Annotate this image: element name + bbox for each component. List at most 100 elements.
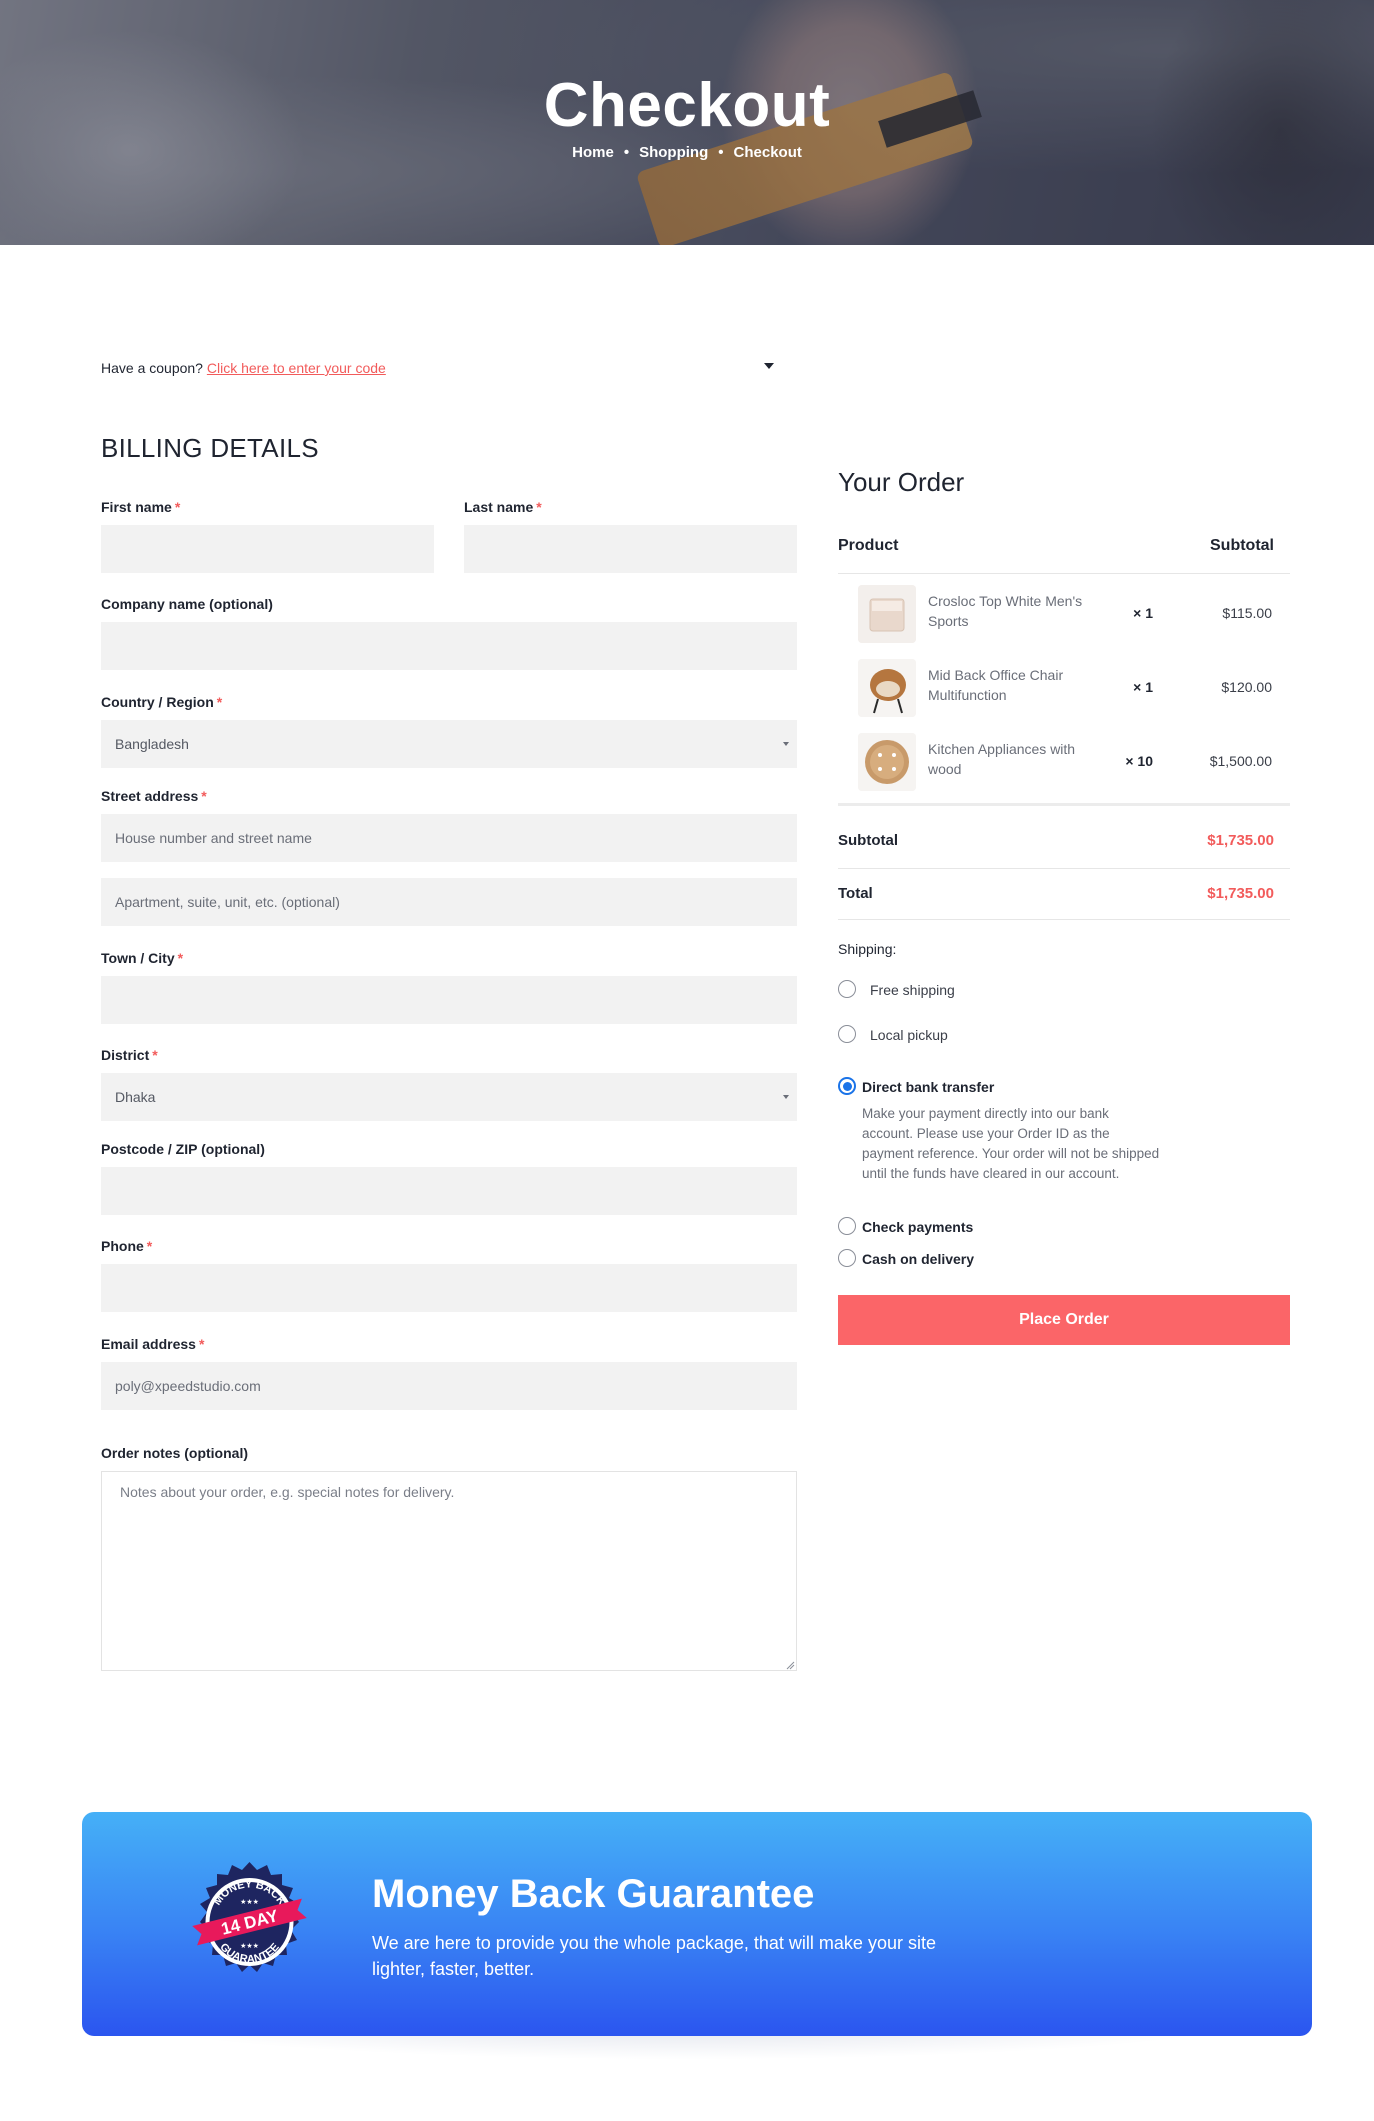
- breadcrumb-checkout: Checkout: [733, 144, 802, 161]
- resize-grip-icon[interactable]: [785, 1660, 795, 1670]
- cash-on-delivery-radio[interactable]: [838, 1249, 856, 1267]
- street-label-text: Street address: [101, 788, 199, 804]
- place-order-button[interactable]: Place Order: [838, 1295, 1290, 1345]
- phone-input[interactable]: [101, 1264, 797, 1312]
- breadcrumb-shopping[interactable]: Shopping: [639, 144, 708, 161]
- money-back-badge-icon: MONEY BACK GUARANTEE 14 DAY ★★★ ★★★: [192, 1862, 307, 1972]
- required-mark: *: [152, 1047, 158, 1063]
- breadcrumb-separator: •: [623, 144, 630, 161]
- breadcrumb-home[interactable]: Home: [572, 144, 614, 161]
- country-label-text: Country / Region: [101, 694, 214, 710]
- local-pickup-radio[interactable]: [838, 1025, 856, 1043]
- cash-on-delivery-label[interactable]: Cash on delivery: [862, 1251, 974, 1267]
- local-pickup-label[interactable]: Local pickup: [870, 1027, 948, 1043]
- order-notes-textarea[interactable]: [101, 1471, 797, 1671]
- billing-title: BILLING DETAILS: [101, 433, 319, 463]
- check-payments-radio[interactable]: [838, 1217, 856, 1235]
- coupon-link[interactable]: Click here to enter your code: [207, 360, 386, 376]
- item-name[interactable]: Kitchen Appliances with wood: [928, 739, 1103, 779]
- select-arrow-icon: [783, 742, 789, 746]
- email-input[interactable]: [101, 1362, 797, 1410]
- total-row: Total $1,735.00: [838, 885, 1274, 902]
- district-select-value: Dhaka: [115, 1089, 156, 1105]
- required-mark: *: [536, 499, 542, 515]
- order-item: Kitchen Appliances with wood × 10 $1,500…: [838, 729, 1290, 799]
- caret-down-icon[interactable]: [764, 363, 774, 369]
- district-select[interactable]: Dhaka: [101, 1073, 797, 1121]
- last-name-label-text: Last name: [464, 499, 534, 515]
- item-price: $115.00: [1222, 605, 1272, 621]
- page-title: Checkout: [543, 71, 831, 140]
- free-shipping-label[interactable]: Free shipping: [870, 982, 955, 998]
- required-mark: *: [177, 950, 184, 966]
- select-arrow-icon: [783, 1095, 789, 1099]
- country-select[interactable]: Bangladesh: [101, 720, 797, 768]
- postcode-label: Postcode / ZIP (optional): [101, 1141, 265, 1157]
- divider: [838, 868, 1290, 869]
- street-input[interactable]: [101, 814, 797, 862]
- breadcrumb-separator: •: [718, 144, 724, 161]
- town-input[interactable]: [101, 976, 797, 1024]
- required-mark: *: [174, 499, 181, 515]
- free-shipping-radio[interactable]: [838, 980, 856, 998]
- shipping-label: Shipping:: [838, 941, 897, 957]
- money-back-banner: MONEY BACK GUARANTEE 14 DAY ★★★ ★★★ Mone…: [82, 1812, 1312, 2036]
- email-label: Email address *: [101, 1336, 204, 1352]
- divider: [838, 919, 1290, 920]
- phone-label-text: Phone: [101, 1238, 144, 1254]
- white-box-thumb: [858, 585, 916, 643]
- order-notes-label: Order notes (optional): [101, 1445, 248, 1461]
- postcode-input[interactable]: [101, 1167, 797, 1215]
- last-name-input[interactable]: [464, 525, 797, 573]
- total-label: Total: [838, 885, 873, 902]
- company-label: Company name (optional): [101, 596, 273, 612]
- company-input[interactable]: [101, 622, 797, 670]
- email-label-text: Email address: [101, 1336, 196, 1352]
- order-title: Your Order: [838, 467, 965, 497]
- required-mark: *: [216, 694, 223, 710]
- banner-title: Money Back Guarantee: [372, 1872, 815, 1916]
- badge-stars: ★★★: [240, 1898, 259, 1906]
- first-name-label-text: First name: [101, 499, 172, 515]
- district-label-text: District: [101, 1047, 150, 1063]
- subtotal-column-header: Subtotal: [1210, 537, 1274, 554]
- badge-stars: ★★★: [240, 1942, 259, 1950]
- subtotal-value: $1,735.00: [1207, 832, 1274, 849]
- bank-transfer-radio[interactable]: [838, 1077, 856, 1095]
- payment-description: Make your payment directly into our bank…: [862, 1106, 1160, 1181]
- required-mark: *: [198, 1336, 205, 1352]
- total-value: $1,735.00: [1207, 885, 1274, 902]
- order-item: Mid Back Office Chair Multifunction × 1 …: [838, 655, 1290, 725]
- street-label: Street address *: [101, 788, 207, 804]
- item-name[interactable]: Mid Back Office Chair Multifunction: [928, 665, 1103, 705]
- product-column-header: Product: [838, 537, 899, 554]
- item-qty: × 10: [1125, 753, 1153, 769]
- apartment-input[interactable]: [101, 878, 797, 926]
- town-label-text: Town / City: [101, 950, 175, 966]
- required-mark: *: [146, 1238, 153, 1254]
- divider: [838, 803, 1290, 806]
- coupon-text: Have a coupon?: [101, 360, 203, 376]
- town-label: Town / City *: [101, 950, 183, 966]
- phone-label: Phone *: [101, 1238, 152, 1254]
- wooden-board-thumb: [858, 733, 916, 791]
- district-label: District *: [101, 1047, 158, 1063]
- check-payments-label[interactable]: Check payments: [862, 1219, 973, 1235]
- order-item: Crosloc Top White Men's Sports × 1 $115.…: [838, 581, 1290, 651]
- item-price: $120.00: [1221, 679, 1272, 695]
- chair-thumb: [858, 659, 916, 717]
- divider: [838, 573, 1290, 574]
- item-qty: × 1: [1133, 679, 1153, 695]
- required-mark: *: [201, 788, 207, 804]
- bank-transfer-label[interactable]: Direct bank transfer: [862, 1079, 994, 1095]
- last-name-label: Last name *: [464, 499, 542, 515]
- banner-text: We are here to provide you the whole pac…: [372, 1933, 936, 1979]
- item-qty: × 1: [1133, 605, 1153, 621]
- first-name-label: First name *: [101, 499, 180, 515]
- country-select-value: Bangladesh: [115, 736, 189, 752]
- item-price: $1,500.00: [1209, 753, 1272, 769]
- item-name[interactable]: Crosloc Top White Men's Sports: [928, 591, 1103, 631]
- subtotal-row: Subtotal $1,735.00: [838, 832, 1274, 849]
- subtotal-label: Subtotal: [838, 832, 898, 849]
- first-name-input[interactable]: [101, 525, 434, 573]
